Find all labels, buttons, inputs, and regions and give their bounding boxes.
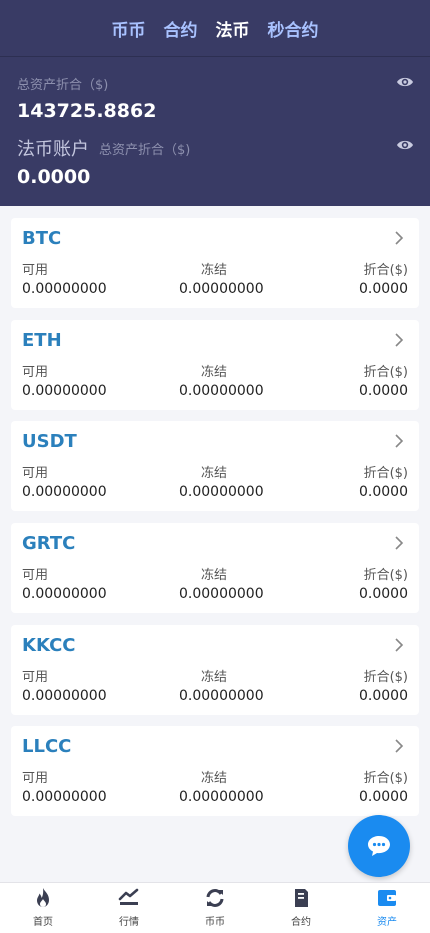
total-assets-value: 143725.8862: [17, 100, 157, 122]
chevron-right-icon: [395, 739, 404, 753]
asset-header: 币币 合约 法币 秒合约 总资产折合（$) 143725.8862 法币账户 总…: [0, 0, 430, 206]
asset-card-btc[interactable]: BTC 可用 冻结 折合($) 0.00000000 0.00000000 0.…: [11, 218, 419, 308]
converted-label: 折合($): [363, 466, 408, 481]
converted-value: 0.0000: [359, 281, 408, 297]
chevron-right-icon: [395, 536, 404, 550]
nav-home-label: 首页: [33, 917, 53, 928]
frozen-label: 冻结: [201, 670, 228, 685]
converted-label: 折合($): [363, 568, 408, 583]
available-label: 可用: [22, 568, 49, 583]
fiat-total-value: 0.0000: [17, 166, 91, 188]
frozen-value: 0.00000000: [179, 484, 264, 500]
chat-bubble-icon: [368, 836, 390, 856]
coin-name: USDT: [22, 431, 77, 452]
frozen-value: 0.00000000: [179, 586, 264, 602]
frozen-value: 0.00000000: [179, 383, 264, 399]
asset-card-kkcc[interactable]: KKCC 可用 冻结 折合($) 0.00000000 0.00000000 0…: [11, 625, 419, 715]
nav-assets[interactable]: 资产: [344, 883, 430, 933]
coin-name: BTC: [22, 228, 62, 249]
fiat-account-title: 法币账户: [17, 139, 89, 160]
available-label: 可用: [22, 771, 49, 786]
available-label: 可用: [22, 263, 49, 278]
eye-icon[interactable]: [396, 138, 414, 152]
frozen-label: 冻结: [201, 466, 228, 481]
converted-value: 0.0000: [359, 484, 408, 500]
refresh-icon: [206, 889, 224, 907]
nav-market[interactable]: 行情: [86, 883, 172, 933]
flame-icon: [37, 888, 49, 907]
tab-contract[interactable]: 合约: [164, 16, 198, 41]
converted-label: 折合($): [363, 771, 408, 786]
converted-value: 0.0000: [359, 688, 408, 704]
tab-fiat[interactable]: 法币: [216, 16, 250, 41]
nav-assets-label: 资产: [377, 917, 397, 928]
available-value: 0.00000000: [22, 281, 107, 297]
account-tabs: 币币 合约 法币 秒合约: [0, 0, 430, 57]
nav-home[interactable]: 首页: [0, 883, 86, 933]
document-icon: [295, 889, 308, 907]
asset-card-grtc[interactable]: GRTC 可用 冻结 折合($) 0.00000000 0.00000000 0…: [11, 523, 419, 613]
nav-contract[interactable]: 合约: [258, 883, 344, 933]
available-label: 可用: [22, 466, 49, 481]
coin-name: ETH: [22, 330, 62, 351]
asset-card-eth[interactable]: ETH 可用 冻结 折合($) 0.00000000 0.00000000 0.…: [11, 320, 419, 410]
available-value: 0.00000000: [22, 789, 107, 805]
nav-spot[interactable]: 币币: [172, 883, 258, 933]
available-value: 0.00000000: [22, 688, 107, 704]
asset-card-usdt[interactable]: USDT 可用 冻结 折合($) 0.00000000 0.00000000 0…: [11, 421, 419, 511]
converted-label: 折合($): [363, 670, 408, 685]
eye-icon[interactable]: [396, 75, 414, 89]
frozen-value: 0.00000000: [179, 688, 264, 704]
frozen-value: 0.00000000: [179, 789, 264, 805]
converted-value: 0.0000: [359, 789, 408, 805]
wallet-icon: [378, 890, 396, 906]
converted-value: 0.0000: [359, 383, 408, 399]
chevron-right-icon: [395, 434, 404, 448]
nav-contract-label: 合约: [291, 917, 311, 928]
total-assets-label: 总资产折合（$): [17, 78, 109, 93]
frozen-value: 0.00000000: [179, 281, 264, 297]
chevron-right-icon: [395, 231, 404, 245]
available-value: 0.00000000: [22, 484, 107, 500]
chart-trend-icon: [118, 888, 139, 905]
frozen-label: 冻结: [201, 568, 228, 583]
coin-name: LLCC: [22, 736, 72, 757]
converted-value: 0.0000: [359, 586, 408, 602]
nav-spot-label: 币币: [205, 917, 225, 928]
frozen-label: 冻结: [201, 365, 228, 380]
tab-second-contract[interactable]: 秒合约: [268, 16, 319, 41]
chevron-right-icon: [395, 333, 404, 347]
available-label: 可用: [22, 670, 49, 685]
asset-card-llcc[interactable]: LLCC 可用 冻结 折合($) 0.00000000 0.00000000 0…: [11, 726, 419, 816]
fiat-total-label: 总资产折合（$): [99, 143, 191, 158]
frozen-label: 冻结: [201, 263, 228, 278]
coin-name: KKCC: [22, 635, 76, 656]
bottom-tab-bar: 首页 行情 币币 合约 资产: [0, 882, 430, 933]
frozen-label: 冻结: [201, 771, 228, 786]
converted-label: 折合($): [363, 263, 408, 278]
available-label: 可用: [22, 365, 49, 380]
chevron-right-icon: [395, 638, 404, 652]
available-value: 0.00000000: [22, 586, 107, 602]
converted-label: 折合($): [363, 365, 408, 380]
available-value: 0.00000000: [22, 383, 107, 399]
tab-spot[interactable]: 币币: [112, 16, 146, 41]
nav-market-label: 行情: [119, 917, 139, 928]
chat-button[interactable]: [348, 815, 410, 877]
coin-name: GRTC: [22, 533, 76, 554]
